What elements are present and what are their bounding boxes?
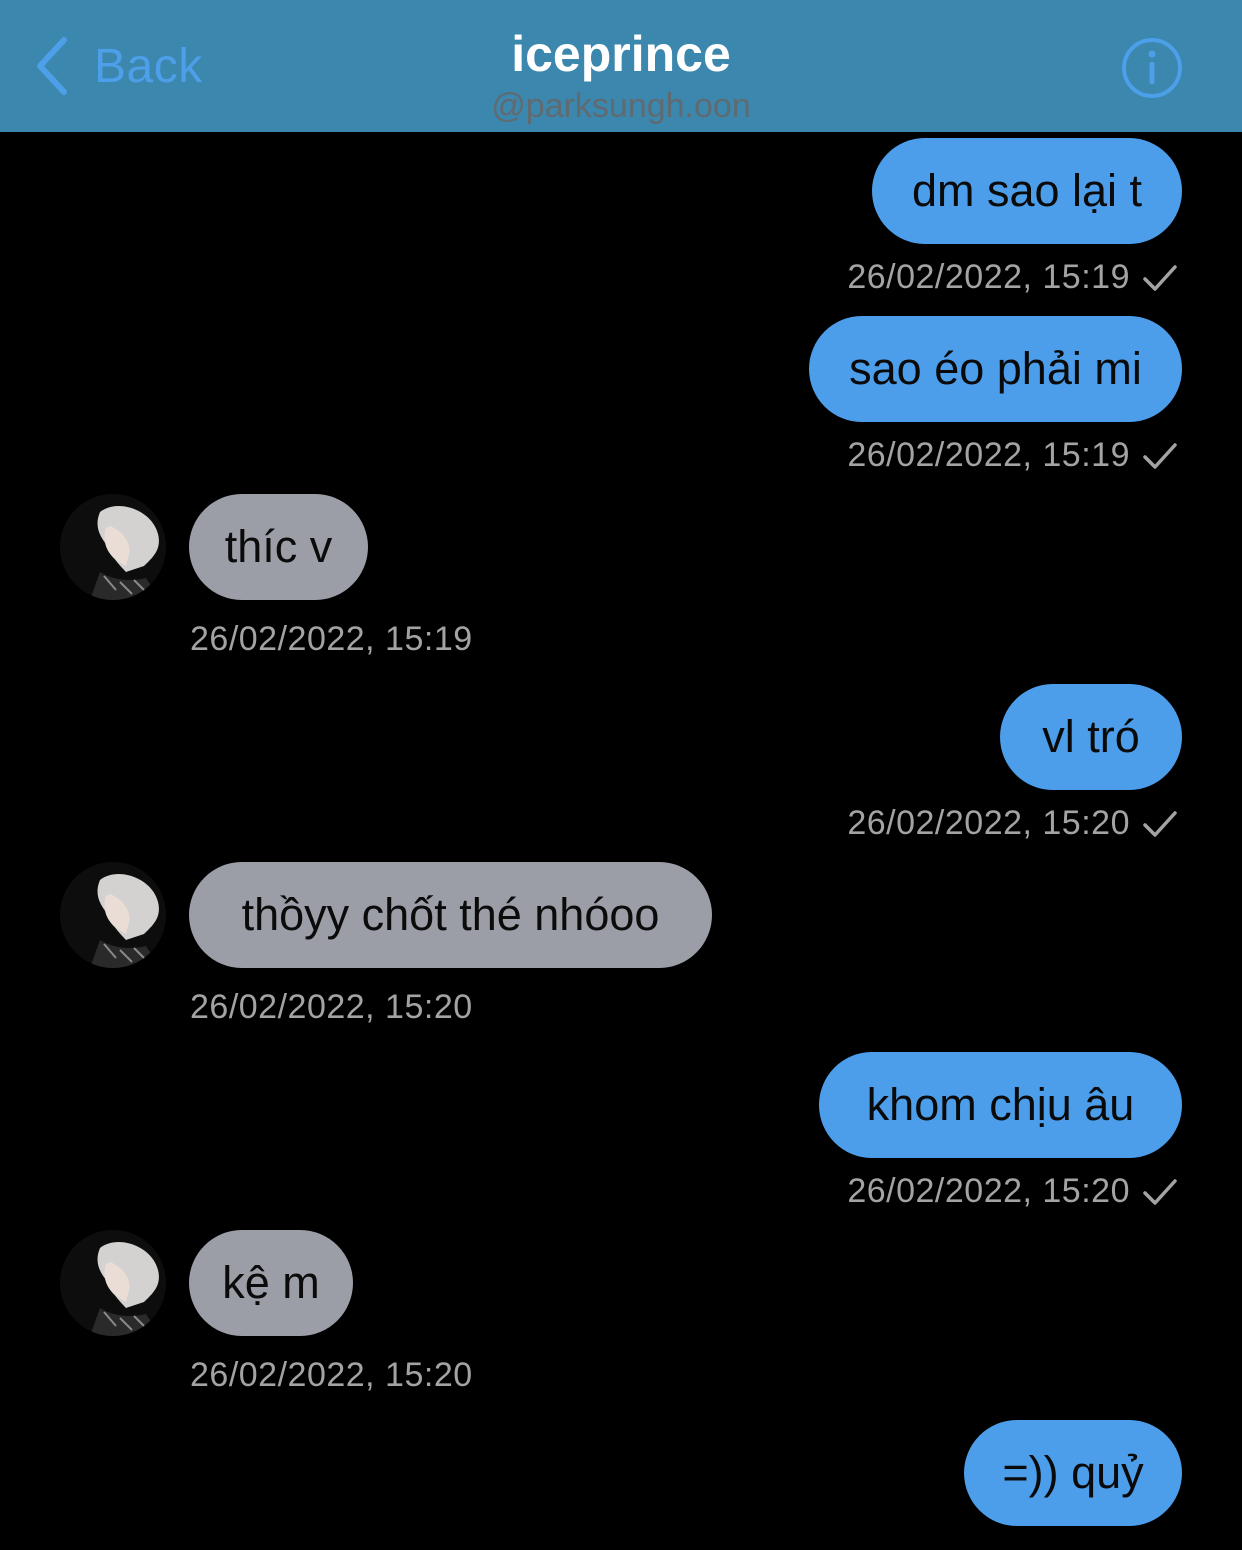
avatar[interactable]	[60, 862, 166, 968]
contact-photo	[60, 862, 166, 968]
timestamp-text: 26/02/2022, 15:19	[847, 436, 1130, 474]
outgoing-message-bubble[interactable]: khom chịu âu	[819, 1052, 1182, 1158]
message-timestamp: 26/02/2022, 15:20	[190, 1356, 473, 1395]
timestamp-text: 26/02/2022, 15:20	[847, 804, 1130, 842]
timestamp-text: 26/02/2022, 15:19	[190, 620, 473, 658]
checkmark-icon	[1143, 264, 1177, 291]
chat-screen: Back iceprince @parksungh.oon dm sao lại…	[0, 0, 1242, 1550]
contact-photo	[60, 494, 166, 600]
timestamp-text: 26/02/2022, 15:19	[847, 258, 1130, 296]
message-text: sao éo phải mi	[849, 343, 1142, 394]
checkmark-icon	[1143, 1178, 1177, 1205]
info-button[interactable]	[1120, 36, 1184, 100]
contact-photo	[60, 1230, 166, 1336]
message-thread[interactable]: dm sao lại t 26/02/2022, 15:19 sao éo ph…	[0, 132, 1242, 1550]
timestamp-text: 26/02/2022, 15:20	[847, 1172, 1130, 1210]
contact-handle: @parksungh.oon	[491, 87, 751, 125]
message-timestamp: 26/02/2022, 15:20	[847, 804, 1178, 843]
info-circle-icon	[1122, 38, 1182, 98]
message-timestamp: 26/02/2022, 15:20	[190, 988, 473, 1027]
avatar[interactable]	[60, 1230, 166, 1336]
message-timestamp: 26/02/2022, 15:19	[847, 258, 1178, 297]
message-text: =)) quỷ	[1002, 1447, 1144, 1498]
timestamp-text: 26/02/2022, 15:20	[190, 1356, 473, 1394]
outgoing-message-bubble[interactable]: dm sao lại t	[872, 138, 1182, 244]
message-text: thíc v	[224, 521, 333, 572]
message-timestamp: 26/02/2022, 15:19	[847, 436, 1178, 475]
outgoing-message-bubble[interactable]: vl tró	[1000, 684, 1182, 790]
checkmark-icon	[1143, 442, 1177, 469]
message-text: dm sao lại t	[911, 165, 1143, 216]
timestamp-text: 26/02/2022, 15:20	[190, 988, 473, 1026]
incoming-message-bubble[interactable]: kệ m	[189, 1230, 353, 1336]
message-text: vl tró	[1042, 711, 1140, 762]
checkmark-icon	[1143, 810, 1177, 837]
chat-header: Back iceprince @parksungh.oon	[0, 0, 1242, 132]
message-text: khom chịu âu	[866, 1079, 1135, 1130]
avatar[interactable]	[60, 494, 166, 600]
incoming-message-bubble[interactable]: thíc v	[189, 494, 368, 600]
message-timestamp: 26/02/2022, 15:20	[847, 1172, 1178, 1211]
outgoing-message-bubble[interactable]: =)) quỷ	[964, 1420, 1182, 1526]
message-text: thồyy chốt thé nhóoo	[241, 889, 660, 940]
incoming-message-bubble[interactable]: thồyy chốt thé nhóoo	[189, 862, 712, 968]
message-text: kệ m	[222, 1257, 320, 1308]
message-timestamp: 26/02/2022, 15:19	[190, 620, 473, 659]
contact-name: iceprince	[511, 26, 731, 82]
outgoing-message-bubble[interactable]: sao éo phải mi	[809, 316, 1182, 422]
